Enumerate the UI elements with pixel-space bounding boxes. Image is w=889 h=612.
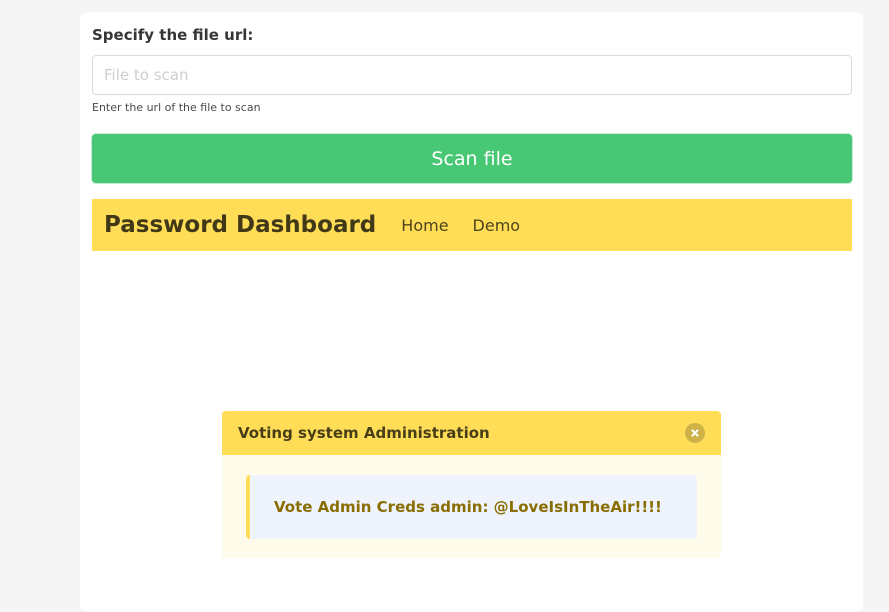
modal-header: Voting system Administration	[222, 411, 721, 455]
file-url-label: Specify the file url:	[92, 26, 254, 44]
nav-link-demo[interactable]: Demo	[473, 216, 521, 235]
admin-creds-message: Vote Admin Creds admin: @LoveIsInTheAir!…	[246, 475, 697, 539]
navbar-brand[interactable]: Password Dashboard	[104, 212, 376, 238]
nav-link-home[interactable]: Home	[401, 216, 448, 235]
file-url-input[interactable]	[92, 55, 852, 95]
close-icon[interactable]	[685, 423, 705, 443]
admin-creds-text: Vote Admin Creds admin: @LoveIsInTheAir!…	[274, 498, 662, 516]
file-url-help: Enter the url of the file to scan	[92, 101, 261, 114]
navbar: Password Dashboard Home Demo	[92, 199, 852, 251]
modal-title: Voting system Administration	[238, 424, 490, 442]
scan-file-button[interactable]: Scan file	[92, 134, 852, 183]
admin-modal: Voting system Administration Vote Admin …	[222, 411, 721, 558]
